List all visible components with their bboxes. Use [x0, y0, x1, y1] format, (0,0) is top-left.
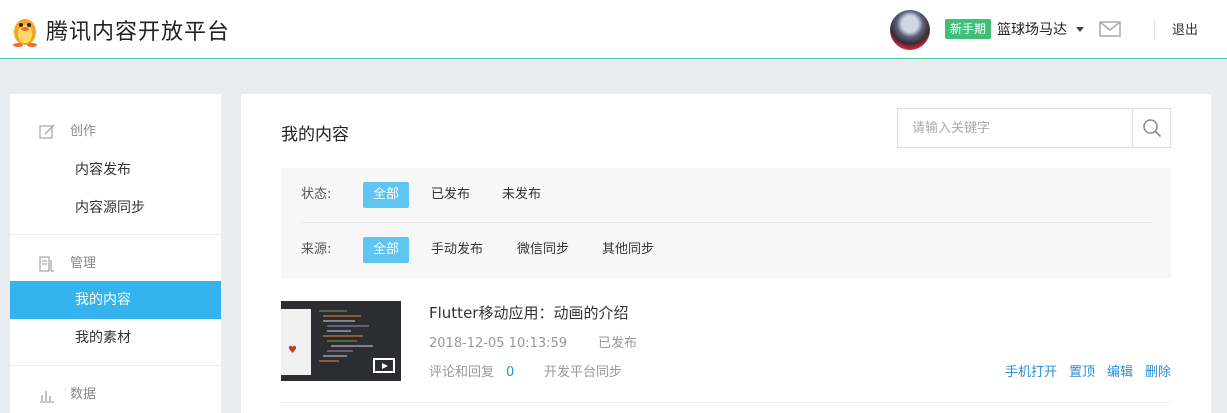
logout-link[interactable]: 退出 [1172, 21, 1198, 41]
sidebar-section-label: 数据 [70, 387, 97, 402]
search-box [897, 108, 1171, 148]
sidebar-section-label: 创作 [70, 124, 97, 139]
status-chip-all[interactable]: 全部 [363, 182, 410, 208]
sidebar-item-label: 内容源同步 [75, 200, 145, 216]
source-filter: 来源: 全部 手动发布 微信同步 其他同步 [281, 223, 1171, 277]
pin-top-link[interactable]: 置顶 [1069, 364, 1095, 382]
sidebar-item-my-assets[interactable]: 我的素材 [10, 319, 221, 357]
main-panel: 我的内容 状态: 全部 已发布 未发布 来源: 全部 手动发布 微信同步 其他同… [241, 94, 1211, 413]
video-play-icon [373, 358, 395, 373]
logo[interactable]: 腾讯内容开放平台 [10, 13, 230, 47]
source-chip-all[interactable]: 全部 [363, 237, 410, 263]
search-button[interactable] [1132, 109, 1170, 147]
status-chip-unpublished[interactable]: 未发布 [492, 182, 551, 208]
sidebar-divider [10, 365, 221, 366]
chevron-down-icon[interactable] [1076, 27, 1084, 32]
logo-title: 腾讯内容开放平台 [46, 20, 231, 45]
comments-count[interactable]: 0 [506, 364, 514, 382]
chart-icon [40, 391, 54, 403]
status-chip-published[interactable]: 已发布 [421, 182, 480, 208]
source-chip-wechat[interactable]: 微信同步 [507, 237, 579, 263]
content-source: 开发平台同步 [544, 365, 623, 380]
sidebar-item-label: 我的内容 [75, 292, 131, 308]
mail-icon[interactable] [1099, 21, 1121, 37]
open-on-phone-link[interactable]: 手机打开 [1005, 364, 1057, 382]
content-title[interactable]: Flutter移动应用：动画的介绍 [429, 302, 628, 324]
filter-panel: 状态: 全部 已发布 未发布 来源: 全部 手动发布 微信同步 其他同步 [281, 168, 1171, 278]
top-header: 腾讯内容开放平台 新手期 篮球场马达 退出 [0, 0, 1227, 59]
content-divider [281, 402, 1171, 403]
newbie-badge: 新手期 [945, 19, 992, 39]
penguin-logo-icon [13, 19, 37, 47]
search-input[interactable] [898, 109, 1132, 147]
edit-link[interactable]: 编辑 [1107, 364, 1133, 382]
manage-icon [39, 256, 54, 272]
source-chip-manual[interactable]: 手动发布 [421, 237, 493, 263]
status-filter: 状态: 全部 已发布 未发布 [281, 168, 1171, 222]
sidebar-item-source-sync[interactable]: 内容源同步 [10, 189, 221, 227]
content-thumbnail[interactable]: ♥ [281, 301, 401, 381]
edit-icon [39, 124, 55, 139]
source-chip-other[interactable]: 其他同步 [592, 237, 664, 263]
sidebar-item-label: 我的素材 [75, 330, 131, 346]
sidebar-item-label: 内容发布 [75, 162, 131, 178]
username[interactable]: 篮球场马达 [997, 20, 1067, 40]
content-date: 2018-12-05 10:13:59 [429, 336, 568, 351]
sidebar-section-data: 数据 [10, 376, 221, 413]
status-filter-label: 状态: [301, 187, 332, 202]
source-filter-label: 来源: [301, 242, 332, 257]
content-status: 已发布 [598, 336, 638, 351]
sidebar-item-publish[interactable]: 内容发布 [10, 151, 221, 189]
page-title: 我的内容 [281, 125, 349, 145]
content-actions: 手机打开 置顶 编辑 删除 [1005, 364, 1171, 382]
avatar[interactable] [890, 10, 930, 50]
sidebar: 创作 内容发布 内容源同步 管理 我的内容 我的素材 数据 [10, 94, 221, 413]
phone-preview: ♥ [281, 309, 311, 375]
heart-icon: ♥ [288, 345, 297, 356]
delete-link[interactable]: 删除 [1145, 364, 1171, 382]
comments-label: 评论和回复 [429, 365, 495, 380]
search-icon [1143, 119, 1162, 138]
sidebar-section-manage: 管理 [10, 245, 221, 283]
header-divider [1154, 20, 1155, 40]
sidebar-divider [10, 234, 221, 235]
sidebar-section-label: 管理 [70, 256, 97, 271]
sidebar-section-create: 创作 [10, 113, 221, 151]
sidebar-item-my-content[interactable]: 我的内容 [10, 281, 221, 319]
